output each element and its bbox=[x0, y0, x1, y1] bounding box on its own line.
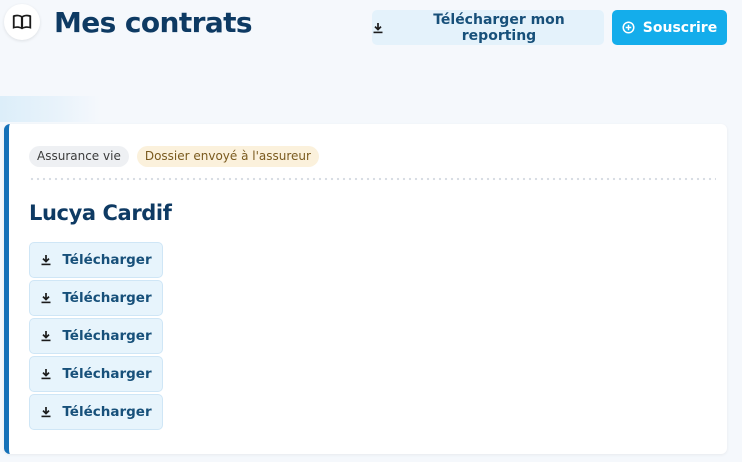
page-header: Mes contrats Télécharger mon reporting S… bbox=[0, 0, 742, 56]
download-label: Télécharger bbox=[62, 366, 152, 382]
contract-card: Assurance vie Dossier envoyé à l'assureu… bbox=[4, 124, 727, 454]
download-document-button[interactable]: Télécharger bbox=[29, 394, 163, 430]
subscribe-label: Souscrire bbox=[642, 19, 718, 36]
status-badge: Dossier envoyé à l'assureur bbox=[136, 146, 319, 167]
download-reporting-label: Télécharger mon reporting bbox=[433, 11, 565, 44]
subscribe-button[interactable]: Souscrire bbox=[612, 10, 727, 45]
page-title: Mes contrats bbox=[54, 6, 253, 39]
download-icon bbox=[40, 330, 52, 342]
download-icon bbox=[40, 292, 52, 304]
download-icon bbox=[372, 22, 384, 34]
tab-strip bbox=[0, 96, 100, 122]
download-list: Télécharger Télécharger Télécharger Télé… bbox=[29, 242, 163, 430]
divider bbox=[29, 177, 716, 181]
download-document-button[interactable]: Télécharger bbox=[29, 280, 163, 316]
download-label: Télécharger bbox=[62, 290, 152, 306]
download-label: Télécharger bbox=[62, 328, 152, 344]
download-label: Télécharger bbox=[62, 252, 152, 268]
download-document-button[interactable]: Télécharger bbox=[29, 356, 163, 392]
open-book-icon bbox=[4, 4, 40, 40]
contract-badges: Assurance vie Dossier envoyé à l'assureu… bbox=[29, 146, 319, 167]
download-icon bbox=[40, 406, 52, 418]
contracts-page: Mes contrats Télécharger mon reporting S… bbox=[0, 0, 742, 462]
download-reporting-button[interactable]: Télécharger mon reporting bbox=[372, 10, 604, 45]
download-document-button[interactable]: Télécharger bbox=[29, 242, 163, 278]
contract-type-badge: Assurance vie bbox=[29, 146, 129, 167]
plus-circle-icon bbox=[622, 21, 635, 34]
contract-name: Lucya Cardif bbox=[29, 201, 172, 225]
download-label: Télécharger bbox=[62, 404, 152, 420]
download-icon bbox=[40, 368, 52, 380]
download-document-button[interactable]: Télécharger bbox=[29, 318, 163, 354]
download-icon bbox=[40, 254, 52, 266]
